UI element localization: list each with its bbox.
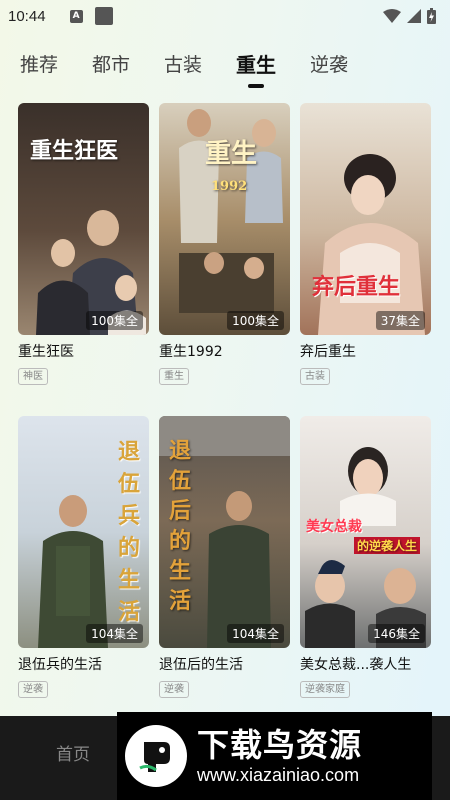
- tab-label: 重生: [236, 53, 277, 77]
- drama-card[interactable]: 美女总裁 的逆袭人生 146集全 美女总裁...袭人生 逆袭家庭: [300, 416, 431, 729]
- category-tabs: 推荐 都市 古装 重生 逆袭: [0, 48, 450, 88]
- episode-count-badge: 104集全: [227, 624, 284, 643]
- signal-icon: [407, 9, 421, 23]
- tab-costume[interactable]: 古装: [164, 48, 202, 82]
- drama-card[interactable]: 退伍后的生活 104集全 退伍后的生活 逆袭: [159, 416, 290, 729]
- drama-poster[interactable]: 弃后重生 37集全: [300, 103, 431, 335]
- bird-logo-icon: [125, 725, 187, 787]
- poster-subtitle-art: 1992: [211, 179, 248, 194]
- poster-title-art: 美女总裁: [306, 519, 362, 535]
- poster-title-art: 退伍后的生活: [169, 438, 192, 614]
- battery-icon: [427, 8, 436, 24]
- drama-title: 重生狂医: [18, 344, 74, 360]
- drama-poster[interactable]: 美女总裁 的逆袭人生 146集全: [300, 416, 431, 648]
- episode-count-badge: 104集全: [86, 624, 143, 643]
- drama-card[interactable]: 退伍兵的生活 104集全 退伍兵的生活 逆袭: [18, 416, 149, 729]
- drama-poster[interactable]: 退伍后的生活 104集全: [159, 416, 290, 648]
- drama-title: 退伍兵的生活: [18, 657, 102, 673]
- watermark-title: 下载鸟资源: [197, 726, 363, 764]
- genre-tag: 神医: [18, 368, 48, 385]
- episode-count-badge: 146集全: [368, 624, 425, 643]
- genre-tag: 逆袭: [18, 681, 48, 698]
- drama-card[interactable]: 弃后重生 37集全 弃后重生 古装: [300, 103, 431, 416]
- notification-square-icon: [94, 7, 113, 25]
- tab-active-indicator: [248, 84, 265, 88]
- tab-city[interactable]: 都市: [92, 48, 130, 82]
- episode-count-badge: 37集全: [375, 311, 425, 330]
- bird-logo-glyph: [139, 742, 170, 772]
- tab-label: 推荐: [20, 54, 59, 76]
- tab-recommend[interactable]: 推荐: [20, 48, 58, 82]
- wifi-icon: [383, 9, 401, 23]
- drama-poster[interactable]: 重生 1992 100集全: [159, 103, 290, 335]
- drama-poster[interactable]: 退伍兵的生活 104集全: [18, 416, 149, 648]
- tab-label: 逆袭: [310, 54, 349, 76]
- poster-title-art: 退伍兵的生活: [118, 439, 141, 625]
- notification-a-icon: A: [69, 9, 83, 23]
- status-indicators: [383, 8, 436, 24]
- drama-title: 美女总裁...袭人生: [300, 657, 412, 673]
- poster-title-art: 弃后重生: [312, 274, 401, 300]
- drama-card[interactable]: 重生狂医 100集全 重生狂医 神医: [18, 103, 149, 416]
- drama-title: 弃后重生: [300, 344, 356, 360]
- tab-label: 古装: [164, 54, 203, 76]
- tab-rebirth[interactable]: 重生: [236, 48, 277, 88]
- watermark-url: www.xiazainiao.com: [197, 765, 360, 785]
- status-time: 10:44: [8, 7, 46, 25]
- genre-tag: 逆袭: [159, 681, 189, 698]
- site-watermark: 下载鸟资源 www.xiazainiao.com: [117, 712, 432, 800]
- episode-count-badge: 100集全: [86, 311, 143, 330]
- drama-poster[interactable]: 重生狂医 100集全: [18, 103, 149, 335]
- genre-tag: 重生: [159, 368, 189, 385]
- watermark-text: 下载鸟资源 www.xiazainiao.com: [197, 726, 362, 786]
- drama-title: 退伍后的生活: [159, 657, 243, 673]
- episode-count-badge: 100集全: [227, 311, 284, 330]
- poster-subtitle-art: 的逆袭人生: [354, 537, 421, 554]
- drama-title: 重生1992: [159, 344, 223, 360]
- genre-tag: 逆袭家庭: [300, 681, 350, 698]
- drama-grid: 重生狂医 100集全 重生狂医 神医 重生 1992 100集全 重生1992 …: [18, 103, 434, 729]
- drama-card[interactable]: 重生 1992 100集全 重生1992 重生: [159, 103, 290, 416]
- poster-title-art: 重生: [205, 139, 258, 169]
- poster-title-art: 重生狂医: [30, 138, 119, 164]
- tab-label: 都市: [92, 54, 131, 76]
- tab-counterattack[interactable]: 逆袭: [310, 48, 348, 82]
- nav-home[interactable]: 首页: [56, 740, 90, 765]
- genre-tag: 古装: [300, 368, 330, 385]
- status-bar: 10:44 A: [0, 0, 450, 32]
